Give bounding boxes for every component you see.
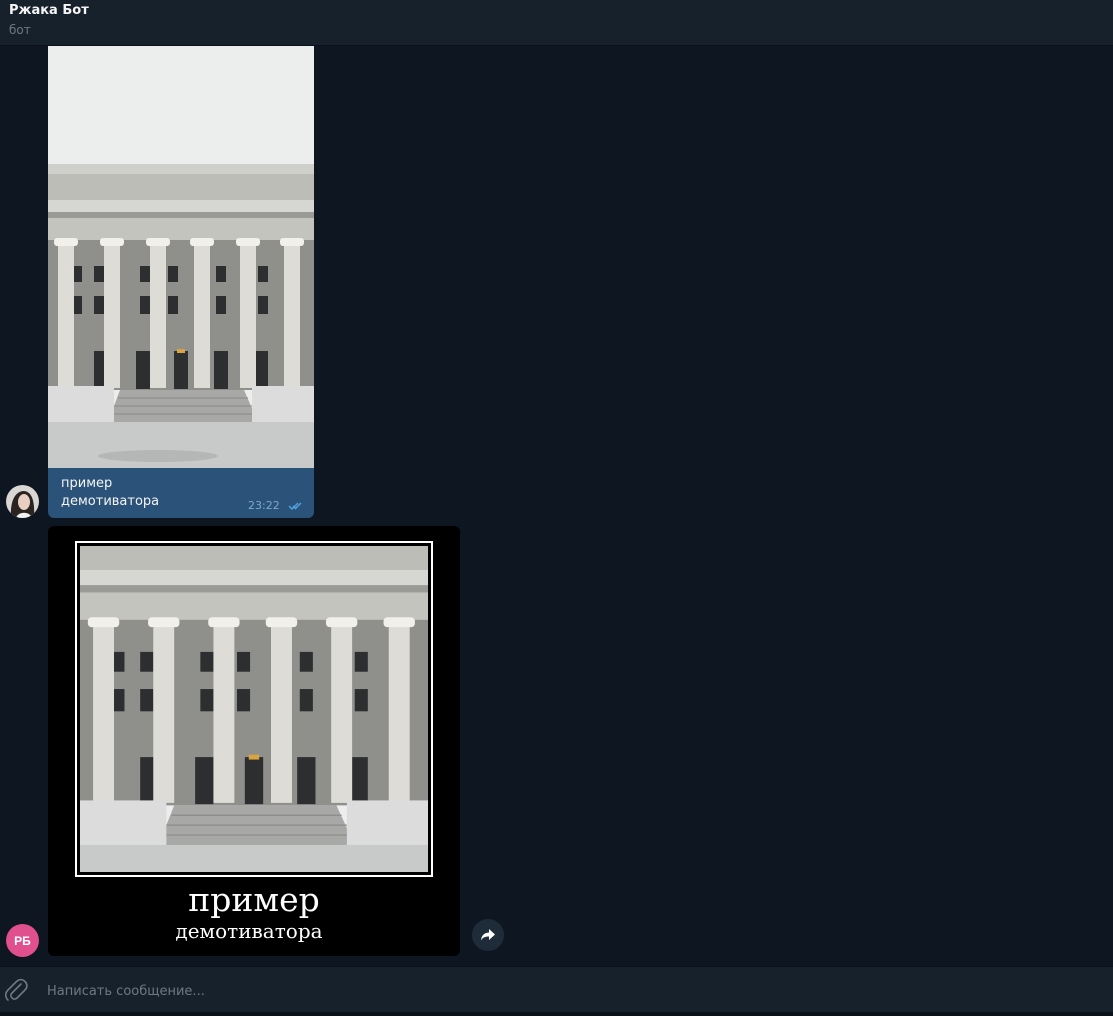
chat-subtitle: бот [9, 23, 31, 37]
forward-arrow-icon [481, 929, 495, 941]
user-avatar-image [6, 485, 39, 518]
incoming-photo-message[interactable]: пример демотиватора [48, 526, 460, 956]
demotivator-text-line-1: пример [188, 880, 320, 919]
bottom-border [0, 1012, 1113, 1016]
demotivator-frame [75, 541, 433, 877]
chat-header[interactable]: Ржака Бот бот [0, 0, 1113, 46]
message-input[interactable] [45, 979, 1049, 1003]
message-composer [0, 966, 1113, 1012]
demotivator-building-photo[interactable] [80, 546, 428, 872]
bot-avatar[interactable]: РБ [6, 924, 39, 957]
user-avatar[interactable] [6, 485, 39, 518]
forward-button[interactable] [472, 919, 504, 951]
outgoing-photo-message[interactable]: пример демотиватора 23:22 [48, 46, 314, 518]
demotivator-text-line-2: демотиватора [175, 919, 323, 943]
paperclip-icon[interactable] [4, 977, 28, 1003]
building-photo[interactable] [48, 46, 314, 468]
caption-line-1: пример [61, 476, 113, 491]
message-time: 23:22 [248, 499, 280, 512]
message-list[interactable]: пример демотиватора 23:22 пример демотив… [0, 46, 1113, 964]
caption-line-2: демотиватора [61, 494, 160, 509]
message-caption: пример демотиватора [61, 475, 159, 511]
double-check-icon [288, 502, 302, 510]
chat-title[interactable]: Ржака Бот [9, 3, 89, 18]
